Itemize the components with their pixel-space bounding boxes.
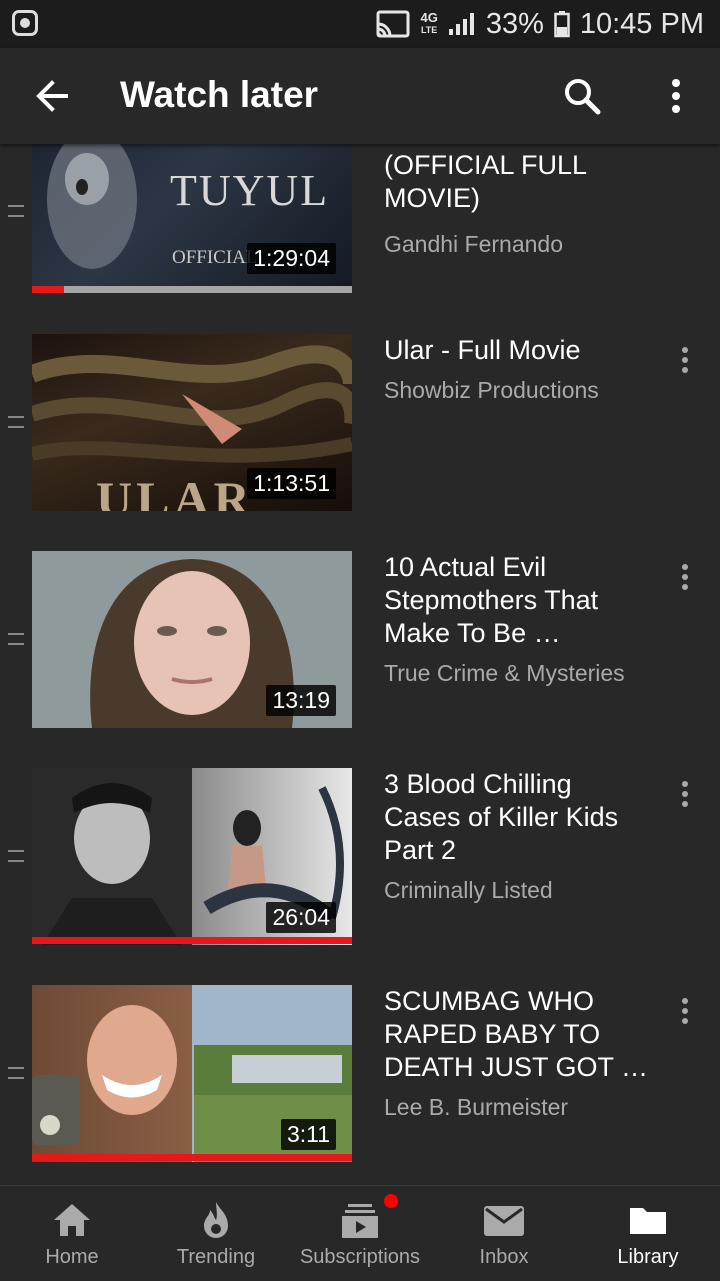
video-thumbnail[interactable]: ULAR 1:13:51: [32, 334, 352, 511]
nav-label: Trending: [176, 1246, 256, 1268]
arrow-left-icon: [36, 80, 68, 112]
thumbnail-title-text: TUYUL: [170, 166, 330, 215]
more-vert-icon: [672, 79, 680, 113]
flame-icon: [204, 1202, 228, 1238]
search-button[interactable]: [560, 74, 604, 118]
nav-inbox[interactable]: Inbox: [432, 1186, 576, 1281]
network-subtype: LTE: [420, 25, 438, 35]
video-title[interactable]: 10 Actual Evil Stepmothers That Make To …: [384, 551, 654, 650]
item-menu-button[interactable]: [676, 995, 694, 1027]
subscriptions-icon: [342, 1204, 378, 1238]
nav-label: Inbox: [479, 1246, 529, 1268]
drag-handle-icon[interactable]: [8, 850, 24, 862]
video-title[interactable]: (OFFICIAL FULL MOVIE): [384, 149, 654, 215]
thumbnail-sub-text: OFFICIAL: [172, 247, 258, 268]
folder-icon: [630, 1208, 666, 1234]
page-title: Watch later: [120, 74, 319, 115]
item-menu-button[interactable]: [676, 778, 694, 810]
back-button[interactable]: [30, 74, 74, 118]
app-bar: Watch later: [0, 48, 720, 144]
list-item[interactable]: 13:19 10 Actual Evil Stepmothers That Ma…: [0, 551, 720, 731]
drag-handle-icon[interactable]: [8, 633, 24, 645]
nav-label: Library: [617, 1246, 679, 1268]
thumbnail-title-text: ULAR: [96, 471, 254, 511]
drag-handle-icon[interactable]: [8, 416, 24, 428]
status-indicators: 4G LTE 33% 10:45 PM: [376, 0, 704, 48]
channel-name[interactable]: True Crime & Mysteries: [384, 660, 625, 687]
network-type: 4G: [420, 10, 438, 25]
duration-badge: 1:29:04: [247, 243, 336, 274]
watch-progress-bar: [32, 1154, 352, 1161]
clock: 10:45 PM: [579, 7, 704, 40]
list-item[interactable]: 3:11 SCUMBAG WHO RAPED BABY TO DEATH JUS…: [0, 985, 720, 1165]
mail-icon: [484, 1206, 524, 1236]
video-thumbnail[interactable]: 13:19: [32, 551, 352, 728]
nav-label: Home: [45, 1246, 99, 1268]
list-item[interactable]: ULAR 1:13:51 Ular - Full Movie Showbiz P…: [0, 334, 720, 514]
screen-record-icon: [12, 10, 38, 36]
item-menu-button[interactable]: [676, 344, 694, 376]
nav-subscriptions[interactable]: Subscriptions: [288, 1186, 432, 1281]
channel-name[interactable]: Lee B. Burmeister: [384, 1094, 568, 1121]
watch-progress-fill: [32, 1154, 352, 1161]
video-thumbnail[interactable]: 26:04: [32, 768, 352, 945]
channel-name[interactable]: Showbiz Productions: [384, 377, 599, 404]
battery-icon: [554, 11, 570, 38]
video-title[interactable]: Ular - Full Movie: [384, 334, 654, 367]
video-thumbnail[interactable]: TUYUL OFFICIAL 1:29:04: [32, 144, 352, 286]
video-title[interactable]: 3 Blood Chilling Cases of Killer Kids Pa…: [384, 768, 654, 867]
channel-name[interactable]: Gandhi Fernando: [384, 231, 563, 258]
duration-badge: 3:11: [280, 1119, 336, 1150]
duration-badge: 1:13:51: [247, 468, 336, 499]
more-options-button[interactable]: [660, 74, 692, 118]
watch-later-list[interactable]: TUYUL OFFICIAL 1:29:04 (OFFICIAL FULL MO…: [0, 144, 720, 1185]
nav-trending[interactable]: Trending: [144, 1186, 288, 1281]
duration-badge: 26:04: [266, 902, 336, 933]
channel-name[interactable]: Criminally Listed: [384, 877, 553, 904]
drag-handle-icon[interactable]: [8, 1067, 24, 1079]
list-item[interactable]: 26:04 3 Blood Chilling Cases of Killer K…: [0, 768, 720, 948]
status-bar: 4G LTE 33% 10:45 PM: [0, 0, 720, 48]
duration-badge: 13:19: [266, 685, 336, 716]
battery-percent: 33%: [485, 7, 544, 40]
nav-label: Subscriptions: [299, 1246, 421, 1268]
watch-progress-fill: [32, 937, 352, 944]
item-menu-button[interactable]: [676, 561, 694, 593]
video-thumbnail[interactable]: 3:11: [32, 985, 352, 1162]
home-icon: [54, 1204, 90, 1236]
cast-icon: [376, 10, 410, 38]
video-title[interactable]: SCUMBAG WHO RAPED BABY TO DEATH JUST GOT…: [384, 985, 654, 1084]
watch-progress-fill: [32, 286, 64, 293]
signal-icon: [448, 13, 474, 35]
watch-progress-bar: [32, 286, 352, 293]
search-icon: [565, 79, 601, 115]
drag-handle-icon[interactable]: [8, 205, 24, 217]
nav-library[interactable]: Library: [576, 1186, 720, 1281]
notification-dot: [384, 1194, 399, 1208]
bottom-navigation: Home Trending Subscriptions Inbox Librar…: [0, 1185, 720, 1281]
watch-progress-bar: [32, 937, 352, 944]
nav-home[interactable]: Home: [0, 1186, 144, 1281]
network-type-label: 4G LTE: [420, 10, 438, 36]
list-item[interactable]: TUYUL OFFICIAL 1:29:04 (OFFICIAL FULL MO…: [0, 144, 720, 293]
